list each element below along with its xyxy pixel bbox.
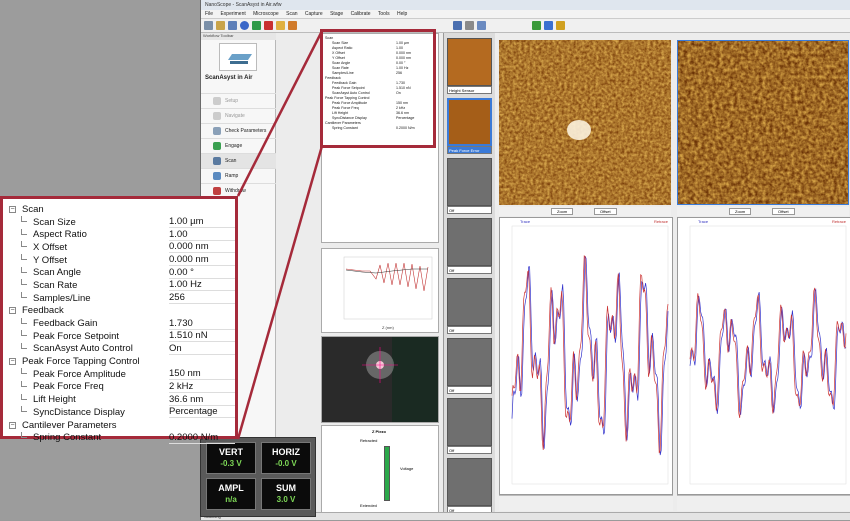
syncdistance-row[interactable]: SyncDistance Display Percentage: [9, 406, 235, 419]
scan-size-label: Scan Size: [33, 216, 76, 228]
peak-force-tapping-label: Peak Force Tapping Control: [22, 356, 140, 368]
peak-force-setpoint-value[interactable]: 1.510 nN: [169, 330, 235, 343]
scan-group[interactable]: − Scan: [9, 203, 229, 216]
scan-rate-row[interactable]: Scan Rate 1.00 Hz: [9, 279, 235, 292]
cantilever-group[interactable]: − Cantilever Parameters: [9, 419, 229, 432]
peak-force-freq-value[interactable]: 2 kHz: [169, 381, 235, 393]
scan-rate-value[interactable]: 1.00 Hz: [169, 279, 235, 292]
samples-line-row[interactable]: Samples/Line 256: [9, 292, 235, 305]
x-offset-label: X Offset: [33, 241, 68, 253]
scan-group-label: Scan: [22, 203, 44, 215]
scan-angle-value[interactable]: 0.00 °: [169, 267, 235, 279]
feedback-gain-row[interactable]: Feedback Gain 1.730: [9, 317, 235, 330]
scanasyst-auto-label: ScanAsyst Auto Control: [33, 343, 133, 355]
y-offset-label: Y Offset: [33, 254, 67, 266]
aspect-ratio-value[interactable]: 1.00: [169, 229, 235, 241]
zoomed-parameters-panel: − Scan Scan Size 1.00 µm Aspect Ratio 1.00 …: [0, 196, 238, 444]
y-offset-value[interactable]: 0.000 nm: [169, 254, 235, 267]
peak-force-amplitude-row[interactable]: Peak Force Amplitude 150 nm: [9, 368, 235, 381]
samples-line-label: Samples/Line: [33, 292, 91, 304]
feedback-gain-label: Feedback Gain: [33, 318, 98, 330]
aspect-ratio-label: Aspect Ratio: [33, 229, 87, 241]
syncdistance-label: SyncDistance Display: [33, 406, 125, 418]
lift-height-label: Lift Height: [33, 394, 76, 406]
peak-force-freq-row[interactable]: Peak Force Freq 2 kHz: [9, 380, 235, 394]
spring-constant-label: Spring Constant: [33, 432, 102, 444]
peak-force-amplitude-value[interactable]: 150 nm: [169, 368, 235, 381]
scan-rate-label: Scan Rate: [33, 279, 78, 291]
x-offset-value[interactable]: 0.000 nm: [169, 241, 235, 254]
scan-size-row[interactable]: Scan Size 1.00 µm: [9, 216, 235, 229]
y-offset-row[interactable]: Y Offset 0.000 nm: [9, 254, 235, 267]
peak-force-freq-label: Peak Force Freq: [33, 381, 104, 393]
feedback-group-label: Feedback: [22, 305, 64, 317]
aspect-ratio-row[interactable]: Aspect Ratio 1.00: [9, 228, 235, 241]
scan-angle-label: Scan Angle: [33, 267, 82, 279]
feedback-group[interactable]: − Feedback: [9, 305, 229, 318]
lift-height-value[interactable]: 36.6 nm: [169, 394, 235, 406]
peak-force-tapping-group[interactable]: − Peak Force Tapping Control: [9, 355, 229, 368]
spring-constant-row[interactable]: Spring Constant 0.2000 N/m: [9, 431, 235, 444]
lift-height-row[interactable]: Lift Height 36.6 nm: [9, 393, 235, 406]
spring-constant-value[interactable]: 0.2000 N/m: [169, 432, 235, 444]
scan-size-value[interactable]: 1.00 µm: [169, 216, 235, 229]
scan-angle-row[interactable]: Scan Angle 0.00 °: [9, 266, 235, 279]
feedback-gain-value[interactable]: 1.730: [169, 318, 235, 330]
peak-force-setpoint-row[interactable]: Peak Force Setpoint 1.510 nN: [9, 330, 235, 343]
peak-force-amplitude-label: Peak Force Amplitude: [33, 368, 126, 380]
samples-line-value[interactable]: 256: [169, 292, 235, 305]
syncdistance-value[interactable]: Percentage: [169, 406, 235, 419]
cantilever-group-label: Cantilever Parameters: [22, 419, 117, 431]
x-offset-row[interactable]: X Offset 0.000 nm: [9, 241, 235, 254]
peak-force-setpoint-label: Peak Force Setpoint: [33, 330, 120, 342]
scanasyst-auto-value[interactable]: On: [169, 343, 235, 355]
scanasyst-auto-row[interactable]: ScanAsyst Auto Control On: [9, 342, 235, 356]
